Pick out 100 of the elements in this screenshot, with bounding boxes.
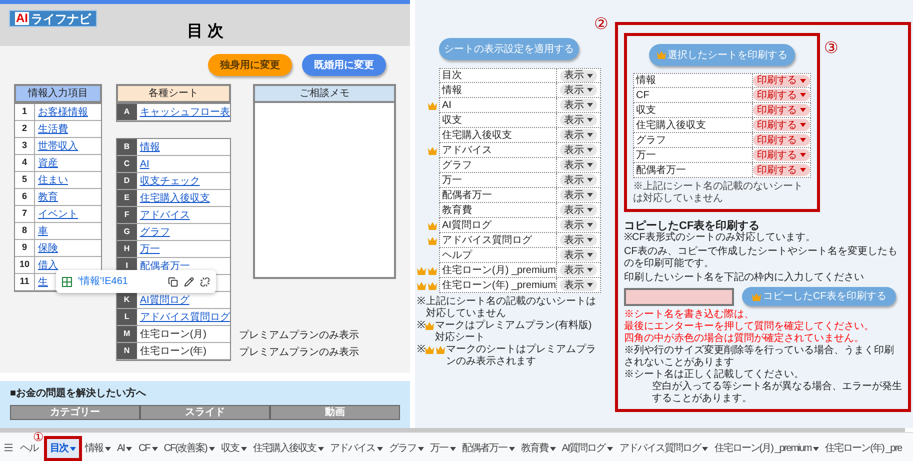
sheet-tab[interactable]: アドバイス質問ログ — [616, 439, 712, 458]
description-text: CF表のみ、コピーで作成したシートやシート名を変更したものを印刷可能です。 — [624, 246, 898, 270]
visibility-dropdown[interactable]: 表示 — [560, 174, 597, 186]
sheet-link[interactable]: アドバイス — [136, 208, 190, 222]
visibility-dropdown[interactable]: 表示 — [560, 279, 597, 291]
horizontal-scrollbar[interactable] — [0, 428, 905, 432]
sheet-tab[interactable]: CF — [135, 439, 161, 458]
print-dropdown[interactable]: 印刷する — [753, 104, 810, 116]
instruction-text: 印刷したいシート名を下記の枠内に入力してください — [624, 272, 865, 284]
print-dropdown[interactable]: 印刷する — [753, 74, 810, 86]
caret-icon — [800, 168, 806, 172]
note-mark: ※ — [417, 344, 425, 356]
sheet-letter: E — [124, 192, 130, 204]
annotation-number: ① — [33, 431, 44, 444]
sheet-tab[interactable]: 配偶者万一 — [458, 439, 518, 458]
sheet-link[interactable]: 世帯収入 — [35, 138, 78, 154]
caret-icon — [800, 153, 806, 157]
sheet-link[interactable]: 住まい — [35, 172, 68, 188]
sheet-tab[interactable]: 教育費 — [518, 439, 559, 458]
copy-icon[interactable] — [168, 276, 178, 286]
visibility-dropdown[interactable]: 表示 — [560, 84, 597, 96]
row-number: 3 — [15, 138, 35, 154]
memo-area[interactable] — [252, 103, 396, 279]
visibility-dropdown[interactable]: 表示 — [560, 234, 597, 246]
print-dropdown[interactable]: 印刷する — [753, 89, 810, 101]
visibility-dropdown[interactable]: 表示 — [560, 219, 597, 231]
sheet-link[interactable]: 生活費 — [35, 122, 68, 136]
sheet-link[interactable]: 情報 — [136, 140, 160, 154]
sheet-link[interactable]: 資産 — [35, 156, 58, 170]
sheet-tab[interactable]: 住宅ローン(年) _pre — [822, 439, 905, 458]
sheet-link[interactable]: 借入 — [35, 258, 58, 272]
sheet-tab[interactable]: 情報 — [82, 439, 114, 458]
sheet-link[interactable]: お客様情報 — [35, 104, 88, 120]
sheet-link[interactable]: 住宅購入後収支 — [136, 190, 210, 206]
sheet-letter: B — [124, 141, 130, 153]
cell-link[interactable]: '情報'!E461 — [78, 274, 128, 289]
print-dropdown[interactable]: 印刷する — [753, 134, 810, 146]
sheet-tab[interactable]: CF(改善案) — [160, 439, 218, 458]
visibility-dropdown[interactable]: 表示 — [560, 159, 597, 171]
sheet-tab[interactable]: グラフ — [386, 439, 427, 458]
sheet-tab[interactable]: AI質問ログ — [558, 439, 616, 458]
menu-icon[interactable] — [3, 442, 14, 453]
sheet-letter: N — [124, 345, 130, 357]
sheet-link[interactable]: キャッシュフロー表 — [136, 104, 230, 120]
row-number: 5 — [15, 172, 35, 188]
row-number: 4 — [15, 155, 35, 171]
sheet-link[interactable]: 生 — [35, 274, 48, 290]
sheet-letter: K — [124, 294, 130, 306]
sheet-link[interactable]: 万一 — [136, 242, 160, 256]
sheet-tab[interactable]: 住宅ローン(月) _premium — [711, 439, 822, 458]
visibility-dropdown[interactable]: 表示 — [560, 99, 597, 111]
sheet-link[interactable]: イベント — [35, 206, 78, 222]
visibility-dropdown[interactable]: 表示 — [560, 249, 597, 261]
note-text: ※シート名は正しく記載してください。 — [624, 369, 805, 380]
sheet-link[interactable]: アドバイス質問ログ — [136, 310, 230, 324]
sheet-tab[interactable]: 万一 — [426, 439, 459, 458]
row-number: 9 — [15, 240, 35, 256]
sheet-tab[interactable]: アドバイス — [326, 439, 386, 458]
sheet-link[interactable]: グラフ — [136, 224, 170, 240]
table-header-cell: スライド — [140, 405, 270, 420]
visibility-dropdown[interactable]: 表示 — [560, 114, 597, 126]
print-dropdown[interactable]: 印刷する — [753, 149, 810, 161]
sheet-letter: L — [124, 311, 130, 323]
caret-icon — [587, 283, 593, 287]
sheet-name-field[interactable] — [624, 288, 734, 306]
sheet-name: ヘルプ — [441, 248, 474, 262]
visibility-dropdown[interactable]: 表示 — [560, 189, 597, 201]
visibility-dropdown[interactable]: 表示 — [560, 264, 597, 276]
visibility-dropdown[interactable]: 表示 — [560, 70, 597, 82]
sheet-link[interactable]: 保険 — [35, 240, 58, 256]
caret-icon — [587, 163, 593, 167]
sheet-link[interactable]: 教育 — [35, 190, 58, 204]
print-dropdown[interactable]: 印刷する — [753, 164, 810, 176]
mode-button[interactable]: 既婚用に変更 — [302, 54, 386, 76]
mode-button[interactable]: 独身用に変更 — [208, 54, 292, 76]
sheet-link[interactable]: AI質問ログ — [136, 292, 190, 308]
sheet-link[interactable]: 収支チェック — [136, 174, 200, 188]
logo: AI ライフナビ — [9, 10, 97, 27]
edit-icon[interactable] — [184, 276, 194, 286]
visibility-dropdown[interactable]: 表示 — [560, 204, 597, 216]
sheet-tab[interactable]: 目次 — [47, 439, 79, 458]
warning-text: 四角の中が赤色の場合は質問が確定されていません。 — [624, 333, 865, 344]
warning-text: 最後にエンターキーを押して質問を確定してください。 — [624, 321, 875, 332]
sheet-link[interactable]: 配偶者万一 — [136, 258, 190, 274]
sheet-link[interactable]: AI — [136, 156, 150, 172]
visibility-dropdown[interactable]: 表示 — [560, 144, 597, 156]
section-title: コピーしたCF表を印刷する — [624, 220, 760, 232]
unlink-icon[interactable] — [200, 276, 210, 286]
sheet-icon — [62, 276, 72, 286]
sheet-tab[interactable]: AI — [114, 439, 136, 458]
note-text: ※CF表形式のシートのみ対応しています。 — [624, 232, 816, 244]
sheet-name: グラフ — [635, 134, 667, 148]
sheet-link[interactable]: 車 — [35, 224, 48, 238]
visibility-dropdown[interactable]: 表示 — [560, 129, 597, 141]
sheet-name: 住宅購入後収支 — [441, 128, 513, 142]
sheet-tab[interactable]: 収支 — [218, 439, 250, 458]
sheet-name: 万一 — [635, 148, 657, 162]
print-dropdown[interactable]: 印刷する — [753, 119, 810, 131]
annotation-number: ③ — [824, 39, 838, 59]
sheet-tab[interactable]: 住宅購入後収支 — [250, 439, 327, 458]
